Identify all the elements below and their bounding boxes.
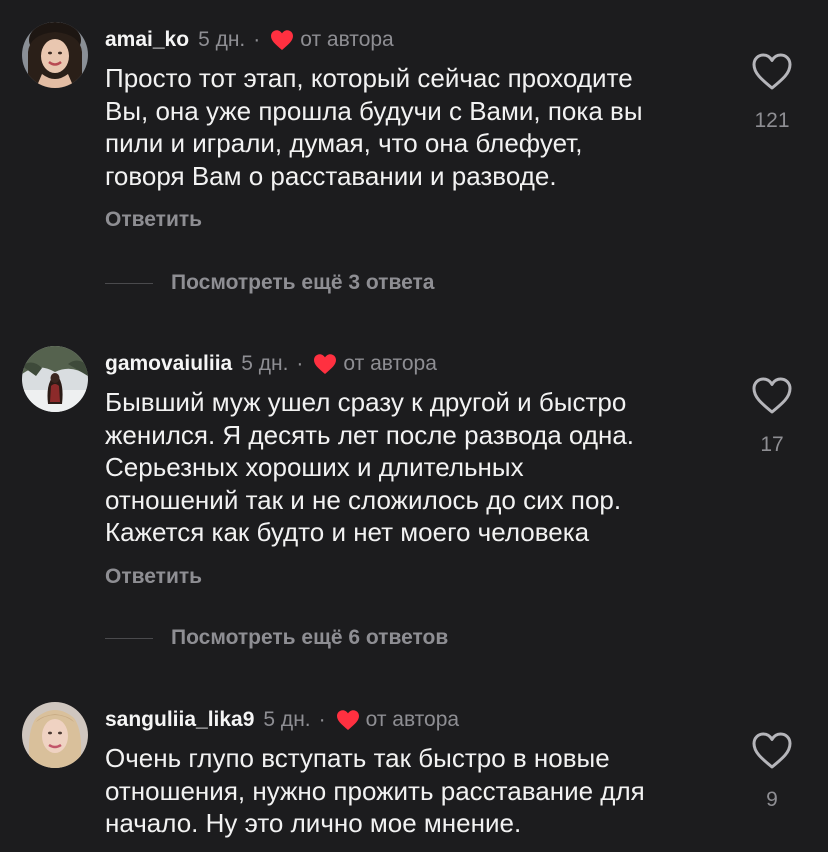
author-like-label: от автора — [365, 708, 460, 731]
like-button[interactable] — [750, 730, 794, 770]
comment-meta: amai_ko 5 дн. · от автора — [105, 27, 394, 53]
comment-text-line: пили и играли, думая, что она блефует, — [105, 128, 583, 158]
heart-filled-icon — [270, 29, 294, 51]
view-more-replies-label: Посмотреть ещё 6 ответов — [171, 626, 449, 649]
like-button[interactable] — [750, 375, 794, 415]
comment-text-line: отношения, нужно прожить расставание для — [105, 775, 645, 806]
heart-filled-icon — [336, 709, 360, 731]
avatar[interactable] — [22, 346, 88, 412]
view-more-replies-button[interactable]: Посмотреть ещё 6 ответов — [105, 625, 448, 651]
comment-time: 5 дн. — [263, 708, 311, 731]
comment-text-line: говоря Вам о расставании и разводе. — [105, 160, 557, 191]
view-more-replies-button[interactable]: Посмотреть ещё 3 ответа — [105, 270, 434, 296]
reply-button[interactable]: Ответить — [105, 208, 202, 232]
like-count: 9 — [766, 788, 778, 811]
heart-outline-icon — [752, 53, 792, 90]
heart-filled-icon — [313, 353, 337, 375]
comment-time: 5 дн. — [198, 28, 246, 51]
comment-meta: sanguliia_lika9 5 дн. · от автора — [105, 707, 459, 733]
author-like-label: от автора — [343, 352, 437, 375]
like-button[interactable] — [750, 51, 794, 91]
like-count: 121 — [754, 109, 790, 132]
username[interactable]: amai_ko — [105, 28, 189, 52]
comment-text-line: начало. Ну это лично мое мнение. — [105, 808, 522, 838]
heart-outline-icon — [752, 377, 792, 414]
comment-meta: gamovaiuliia 5 дн. · от автора — [105, 351, 437, 377]
comment-text-line: Бывший муж ушел сразу к другой и быстро — [105, 387, 627, 417]
view-more-replies-label: Посмотреть ещё 3 ответа — [171, 271, 435, 294]
avatar[interactable] — [22, 702, 88, 768]
separator-dot: · — [296, 352, 304, 375]
username[interactable]: gamovaiuliia — [105, 352, 232, 376]
author-like-label: от автора — [300, 28, 394, 51]
separator-dot: · — [253, 28, 261, 51]
heart-outline-icon — [752, 732, 792, 769]
comment-text: Очень глупо вступать так быстро в новые … — [105, 742, 715, 840]
like-count: 17 — [760, 433, 784, 456]
comment-text: Бывший муж ушел сразу к другой и быстро … — [105, 386, 715, 549]
thread-divider — [105, 637, 153, 639]
separator-dot: · — [318, 708, 326, 731]
comment-text-line: Очень глупо вступать так быстро в новые — [105, 743, 610, 773]
comment-time: 5 дн. — [241, 352, 289, 375]
username[interactable]: sanguliia_lika9 — [105, 708, 254, 732]
thread-divider — [105, 282, 153, 284]
comment-text-line: Кажется как будто и нет моего человека — [105, 517, 590, 547]
comment-text-line: женился. Я десять лет после развода одна… — [105, 419, 635, 450]
comment-text-line: Серьезных хороших и длительных — [105, 452, 524, 482]
comment-text-line: Просто тот этап, который сейчас проходит… — [105, 63, 633, 93]
comment-text-line: отношений так и не сложилось до сих пор. — [105, 484, 622, 515]
comment-text: Просто тот этап, который сейчас проходит… — [105, 62, 715, 192]
avatar[interactable] — [22, 22, 88, 88]
reply-button[interactable]: Ответить — [105, 565, 202, 589]
comment-text-line: Вы, она уже прошла будучи с Вами, пока в… — [105, 95, 643, 126]
